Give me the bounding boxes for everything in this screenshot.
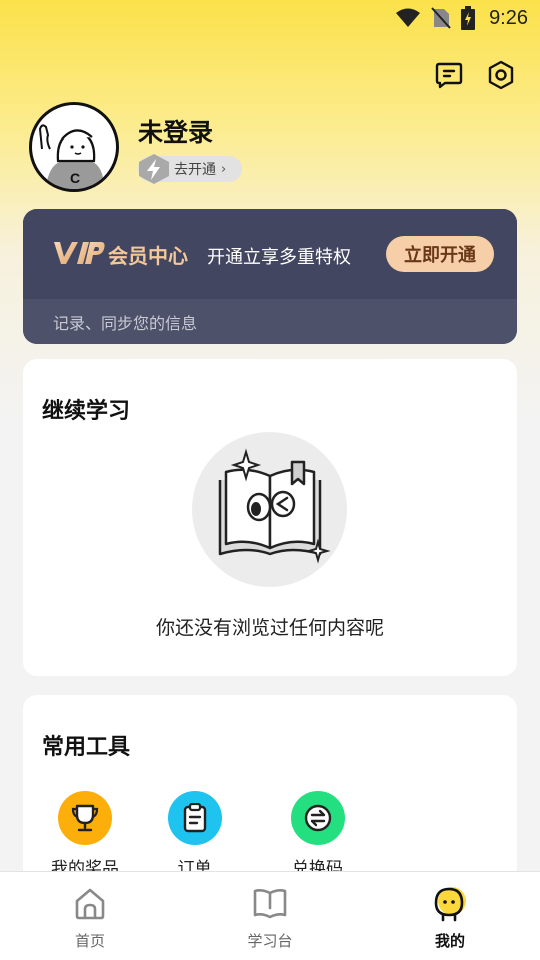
status-time: 9:26 [489, 6, 528, 29]
avatar[interactable]: C [29, 102, 119, 192]
vip-center-subtitle: 开通立享多重特权 [207, 247, 351, 268]
message-icon [435, 61, 463, 93]
vip-logo [53, 239, 105, 271]
battery-charging-icon [461, 6, 476, 30]
home-icon [71, 885, 109, 923]
book-icon [251, 885, 289, 923]
settings-button[interactable] [486, 60, 516, 94]
nav-label: 我的 [434, 932, 465, 950]
status-bar: 9:26 [0, 0, 540, 36]
vip-badge-label: 去开通 [174, 162, 216, 178]
exchange-icon [290, 791, 345, 845]
nav-label: 学习台 [247, 932, 293, 950]
trophy-icon [58, 791, 112, 845]
continue-learning-title: 继续学习 [42, 399, 131, 424]
bottom-navigation: 首页 学习台 我的 [0, 871, 540, 960]
tool-my-prizes[interactable]: 我的奖品 [37, 791, 133, 879]
settings-icon [487, 60, 515, 94]
svg-text:C: C [70, 170, 80, 186]
wifi-icon [395, 8, 421, 28]
tool-redeem-code[interactable]: 兑换码 [256, 791, 379, 879]
empty-state-text: 你还没有浏览过任何内容呢 [155, 617, 384, 639]
empty-book-illustration [192, 432, 347, 587]
nav-study-desk[interactable]: 学习台 [180, 872, 360, 960]
lightning-icon [136, 152, 172, 186]
tool-orders[interactable]: 订单 [133, 791, 256, 879]
vip-center-title: 会员中心 [108, 244, 188, 268]
nav-label: 首页 [74, 932, 105, 950]
vip-activate-badge[interactable]: 去开通 › [138, 154, 242, 184]
vip-note: 记录、同步您的信息 [53, 314, 198, 333]
nav-home[interactable]: 首页 [0, 872, 180, 960]
clipboard-icon [167, 791, 222, 845]
vip-open-button[interactable]: 立即开通 [386, 236, 494, 272]
no-sim-icon [431, 7, 451, 29]
vip-center-card[interactable]: 会员中心 开通立享多重特权 立即开通 记录、同步您的信息 [23, 209, 517, 344]
common-tools-title: 常用工具 [42, 735, 131, 760]
nav-mine[interactable]: 我的 [360, 872, 540, 960]
common-tools-card: 常用工具 我的奖品 订单 兑换码 [23, 695, 517, 895]
tools-row: 我的奖品 订单 兑换码 [37, 791, 379, 879]
username[interactable]: 未登录 [138, 113, 213, 149]
message-button[interactable] [434, 60, 464, 94]
header-actions [434, 60, 516, 94]
profile-face-icon [431, 885, 469, 923]
continue-learning-card: 继续学习 你还没有浏览过任何内容呢 [23, 359, 517, 676]
chevron-right-icon: › [221, 161, 227, 177]
